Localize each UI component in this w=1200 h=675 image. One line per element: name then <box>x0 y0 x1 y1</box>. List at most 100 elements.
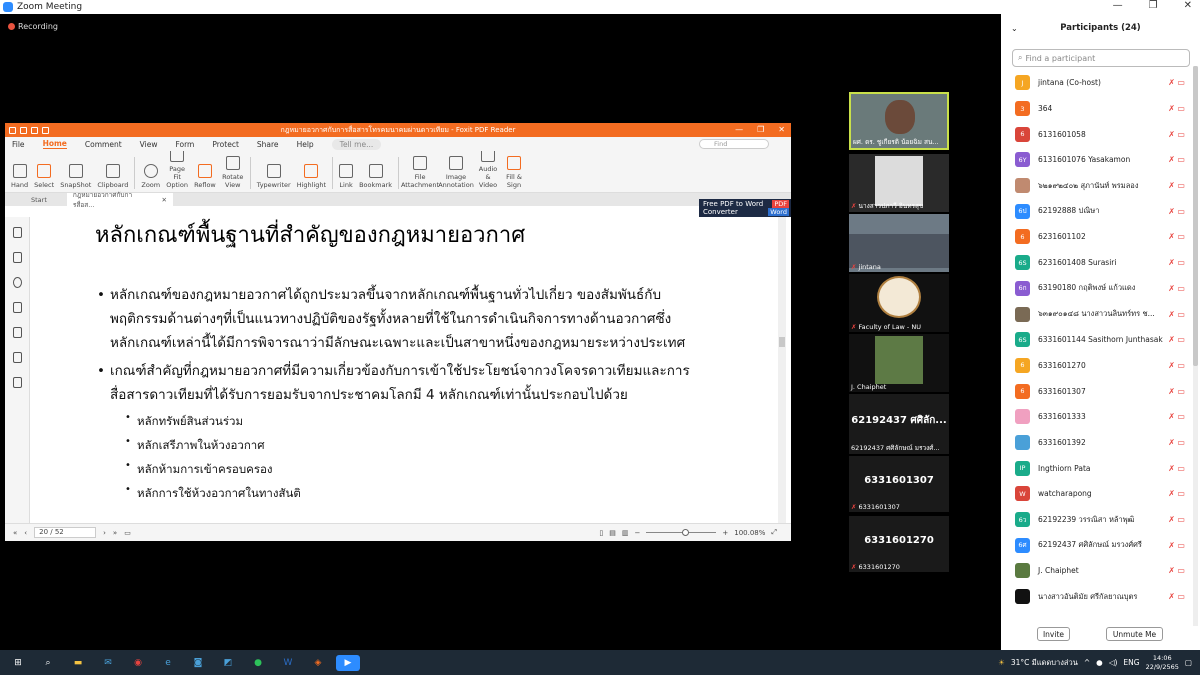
volume-icon[interactable]: ◁) <box>1109 658 1118 667</box>
unmute-me-button[interactable]: Unmute Me <box>1106 627 1163 641</box>
file-attachment-button[interactable]: File Attachment <box>401 156 439 189</box>
image-annotation-button[interactable]: Image Annotation <box>438 156 474 189</box>
participant-row[interactable]: ๖๒๑๙๒๔๐๒ สุภานันท์ พรมลอง ✗ ▭ <box>1001 173 1191 199</box>
tray-expand-icon[interactable]: ^ <box>1084 658 1090 667</box>
reflow-button[interactable]: Reflow <box>191 164 219 189</box>
last-page-button[interactable]: » <box>113 529 117 537</box>
participant-row[interactable]: 6 6231601102 ✗ ▭ <box>1001 224 1191 250</box>
edge-icon[interactable]: e <box>156 655 180 671</box>
attachments-panel-icon[interactable] <box>12 327 22 338</box>
link-button[interactable]: Link <box>336 164 356 189</box>
line-icon[interactable]: ● <box>246 655 270 671</box>
participant-row[interactable]: 6 6131601058 ✗ ▭ <box>1001 121 1191 147</box>
fullscreen-icon[interactable]: ⤢ <box>771 528 777 537</box>
bookmark-panel-icon[interactable] <box>12 227 22 238</box>
participant-row[interactable]: 6 6331601307 ✗ ▭ <box>1001 378 1191 404</box>
find-input[interactable]: Find <box>699 139 769 149</box>
photos-icon[interactable]: ◩ <box>216 655 240 671</box>
pdf-to-word-ad[interactable]: Free PDF to Word Converter PDF Word <box>699 199 791 217</box>
facing-icon[interactable]: ▥ <box>622 529 629 537</box>
participant-row[interactable]: Wwatcharapong ✗ ▭ <box>1001 481 1191 507</box>
participant-row[interactable]: J. Chaiphet ✗ ▭ <box>1001 558 1191 584</box>
foxit-close-button[interactable]: ✕ <box>778 125 785 134</box>
participant-row[interactable]: 6S 6231601408 Surasiri ✗ ▭ <box>1001 250 1191 276</box>
zoom-taskbar-icon[interactable]: ▶ <box>336 654 360 671</box>
prev-page-button[interactable]: ‹ <box>24 529 27 537</box>
participant-row[interactable]: 6ว 62192239 วรรณิสา หล้าพุฒิ ✗ ▭ <box>1001 507 1191 533</box>
menu-view[interactable]: View <box>140 140 158 149</box>
menu-help[interactable]: Help <box>297 140 314 149</box>
hand-tool-button[interactable]: Hand <box>8 164 31 189</box>
mic-icon[interactable]: ● <box>1096 658 1103 667</box>
menu-comment[interactable]: Comment <box>85 140 122 149</box>
participant-row[interactable]: นางสาวอันติมัย ศรีกัลยาณบุตร ✗ ▭ <box>1001 584 1191 610</box>
menu-share[interactable]: Share <box>257 140 279 149</box>
minimize-button[interactable]: — <box>1113 0 1123 11</box>
typewriter-button[interactable]: Typewriter <box>254 164 294 189</box>
language-indicator[interactable]: ENG <box>1123 658 1139 667</box>
menu-form[interactable]: Form <box>175 140 194 149</box>
maximize-button[interactable]: ❐ <box>1149 0 1158 11</box>
clipboard-button[interactable]: Clipboard <box>94 164 131 189</box>
invite-button[interactable]: Invite <box>1037 627 1070 641</box>
participant-row[interactable]: 6ป 62192888 ปณิษา ✗ ▭ <box>1001 198 1191 224</box>
video-tile[interactable]: ✗ นางสาวปภาวี อินทรสุข <box>849 154 949 212</box>
select-tool-button[interactable]: Select <box>31 164 57 189</box>
zoom-button[interactable]: Zoom <box>138 164 163 189</box>
page-number-input[interactable]: 20 / 52 <box>34 527 97 538</box>
next-page-button[interactable]: › <box>103 529 106 537</box>
participant-row[interactable]: 3 364 ✗ ▭ <box>1001 96 1191 122</box>
participant-row[interactable]: 6ศ 62192437 ศศิลักษณ์ มรวงศ์ศรี ✗ ▭ <box>1001 532 1191 558</box>
close-button[interactable]: ✕ <box>1184 0 1192 11</box>
security-panel-icon[interactable] <box>12 352 22 363</box>
tab-start[interactable]: Start <box>5 196 67 204</box>
layers-panel-icon[interactable] <box>12 302 22 313</box>
zoom-in-button[interactable]: + <box>722 529 728 537</box>
participant-scrollbar[interactable] <box>1193 66 1198 626</box>
search-icon[interactable]: ⌕ <box>36 655 60 671</box>
zoom-slider[interactable] <box>646 529 717 536</box>
highlight-button[interactable]: Highlight <box>294 164 329 189</box>
foxit-taskbar-icon[interactable]: ◈ <box>306 655 330 671</box>
page-fit-button[interactable]: Page Fit Option <box>163 148 191 189</box>
rotate-view-button[interactable]: Rotate View <box>219 156 247 189</box>
participant-row[interactable]: 6 6331601270 ✗ ▭ <box>1001 353 1191 379</box>
participant-search-input[interactable]: ⌕ Find a participant <box>1012 49 1190 67</box>
participant-row[interactable]: 6Y 6131601076 Yasakamon ✗ ▭ <box>1001 147 1191 173</box>
app-icon[interactable]: ◙ <box>186 655 210 671</box>
participant-row[interactable]: 6S 6331601144 Sasithorn Junthasak ✗ ▭ <box>1001 327 1191 353</box>
pages-panel-icon[interactable] <box>12 252 22 263</box>
weather-text[interactable]: 31°C มีแดดบางส่วน <box>1011 657 1078 669</box>
participant-row[interactable]: ๖๓๑๙๐๑๔๘ นางสาวนลินทร์ทร ช... ✗ ▭ <box>1001 301 1191 327</box>
participant-row[interactable]: Jjintana (Co-host) ✗ ▭ <box>1001 70 1191 96</box>
mail-icon[interactable]: ✉ <box>96 655 120 671</box>
view-mode-icon[interactable]: ▭ <box>124 529 131 537</box>
vertical-scrollbar[interactable] <box>778 217 786 523</box>
chevron-down-icon[interactable]: ⌄ <box>1011 24 1018 33</box>
video-tile[interactable]: ผศ. ดร. ชูเกียรติ น้อยฉิม สน... <box>849 92 949 150</box>
audio-video-button[interactable]: Audio & Video <box>474 148 502 189</box>
participant-row[interactable]: 6ก 63190180 กฤติพงษ์ แก้วแดง ✗ ▭ <box>1001 276 1191 302</box>
zoom-out-button[interactable]: − <box>634 529 640 537</box>
single-page-icon[interactable]: ▯ <box>599 529 603 537</box>
foxit-minimize-button[interactable]: — <box>735 125 743 134</box>
menu-file[interactable]: File <box>12 140 25 149</box>
participant-row[interactable]: 6331601333 ✗ ▭ <box>1001 404 1191 430</box>
foxit-maximize-button[interactable]: ❐ <box>757 125 764 134</box>
comments-panel-icon[interactable] <box>12 277 22 288</box>
video-tile[interactable]: 62192437 ศศิลัก... 62192437 ศศิลักษณ์ มร… <box>849 394 949 454</box>
participant-row[interactable]: 6331601392 ✗ ▭ <box>1001 430 1191 456</box>
video-tile[interactable]: 6331601307 ✗ 6331601307 <box>849 456 949 512</box>
bookmark-button[interactable]: Bookmark <box>356 164 395 189</box>
video-tile[interactable]: J. Chaiphet <box>849 334 949 392</box>
video-tile[interactable]: 6331601270 ✗ 6331601270 <box>849 516 949 572</box>
first-page-button[interactable]: « <box>13 529 17 537</box>
fill-sign-button[interactable]: Fill & Sign <box>502 156 526 189</box>
close-tab-icon[interactable]: ✕ <box>161 196 166 204</box>
word-icon[interactable]: W <box>276 655 300 671</box>
windows-start-icon[interactable]: ⊞ <box>6 655 30 671</box>
clock[interactable]: 14:06 22/9/2565 <box>1146 654 1179 672</box>
file-explorer-icon[interactable]: ▬ <box>66 655 90 671</box>
continuous-icon[interactable]: ▤ <box>609 529 616 537</box>
notification-icon[interactable]: ▢ <box>1185 658 1192 667</box>
